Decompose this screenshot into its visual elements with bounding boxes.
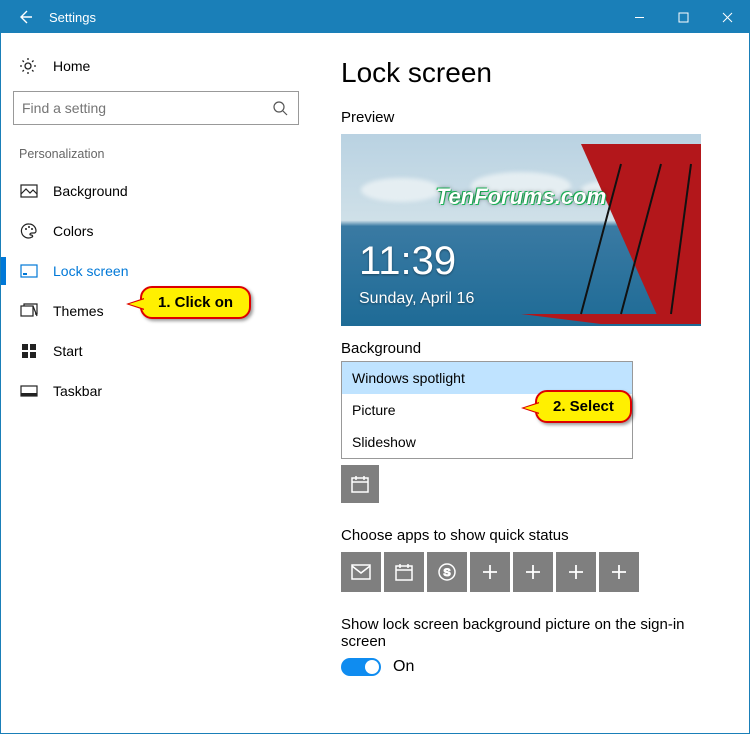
sign-in-bg-toggle[interactable] — [341, 658, 381, 676]
sidebar-home[interactable]: Home — [11, 49, 301, 91]
quick-status-apps: S — [341, 552, 729, 592]
sidebar-item-lockscreen[interactable]: Lock screen — [11, 251, 301, 291]
sidebar-home-label: Home — [53, 58, 90, 74]
sidebar-item-colors[interactable]: Colors — [11, 211, 301, 251]
lockscreen-preview: TenForums.com 11:39 Sunday, April 16 — [341, 134, 701, 326]
watermark: TenForums.com — [436, 184, 606, 210]
quick-status-add[interactable] — [556, 552, 596, 592]
picture-icon — [19, 184, 39, 198]
sidebar-section: Personalization — [11, 147, 301, 171]
main-panel: Lock screen Preview TenForums.com 11:39 … — [311, 33, 749, 733]
sidebar-item-label: Background — [53, 183, 128, 199]
plus-icon — [611, 564, 627, 580]
plus-icon — [568, 564, 584, 580]
dropdown-option-slideshow[interactable]: Slideshow — [342, 426, 632, 458]
background-label: Background — [341, 340, 729, 357]
preview-label: Preview — [341, 109, 729, 126]
search-input[interactable] — [13, 91, 299, 125]
start-icon — [19, 343, 39, 359]
quick-status-add[interactable] — [470, 552, 510, 592]
sidebar: Home Personalization Background Colors L… — [1, 33, 311, 733]
sidebar-item-label: Start — [53, 343, 83, 359]
palette-icon — [19, 222, 39, 240]
sidebar-item-label: Taskbar — [53, 383, 102, 399]
minimize-button[interactable] — [617, 1, 661, 33]
callout-one: 1. Click on — [140, 286, 251, 319]
lockscreen-icon — [19, 264, 39, 278]
taskbar-icon — [19, 385, 39, 397]
quick-status-add[interactable] — [599, 552, 639, 592]
quick-status-calendar[interactable] — [384, 552, 424, 592]
maximize-button[interactable] — [661, 1, 705, 33]
sidebar-item-label: Colors — [53, 223, 93, 239]
quick-status-skype[interactable]: S — [427, 552, 467, 592]
sidebar-item-label: Themes — [53, 303, 104, 319]
callout-two: 2. Select — [535, 390, 632, 423]
sidebar-item-label: Lock screen — [53, 263, 128, 279]
search-icon — [272, 100, 290, 116]
arrow-left-icon — [16, 8, 34, 26]
titlebar: Settings — [1, 1, 749, 33]
sidebar-item-start[interactable]: Start — [11, 331, 301, 371]
window-title: Settings — [49, 10, 96, 25]
quick-status-add[interactable] — [513, 552, 553, 592]
back-button[interactable] — [1, 8, 49, 26]
gear-icon — [19, 57, 39, 75]
search-field[interactable] — [22, 100, 272, 116]
preview-date: Sunday, April 16 — [359, 290, 474, 308]
toggle-state: On — [393, 658, 414, 676]
sidebar-item-taskbar[interactable]: Taskbar — [11, 371, 301, 411]
themes-icon — [19, 303, 39, 319]
skype-icon: S — [437, 562, 457, 582]
sidebar-item-background[interactable]: Background — [11, 171, 301, 211]
close-button[interactable] — [705, 1, 749, 33]
preview-time: 11:39 — [359, 239, 456, 284]
quick-status-mail[interactable] — [341, 552, 381, 592]
page-title: Lock screen — [341, 57, 729, 89]
plus-icon — [525, 564, 541, 580]
airplane-wing — [521, 144, 701, 324]
choose-apps-label: Choose apps to show quick status — [341, 527, 729, 544]
plus-icon — [482, 564, 498, 580]
detailed-status-app[interactable] — [341, 465, 379, 503]
sign-in-bg-label: Show lock screen background picture on t… — [341, 616, 729, 650]
svg-text:S: S — [443, 567, 450, 579]
mail-icon — [351, 564, 371, 580]
calendar-icon — [350, 474, 370, 494]
calendar-icon — [394, 562, 414, 582]
